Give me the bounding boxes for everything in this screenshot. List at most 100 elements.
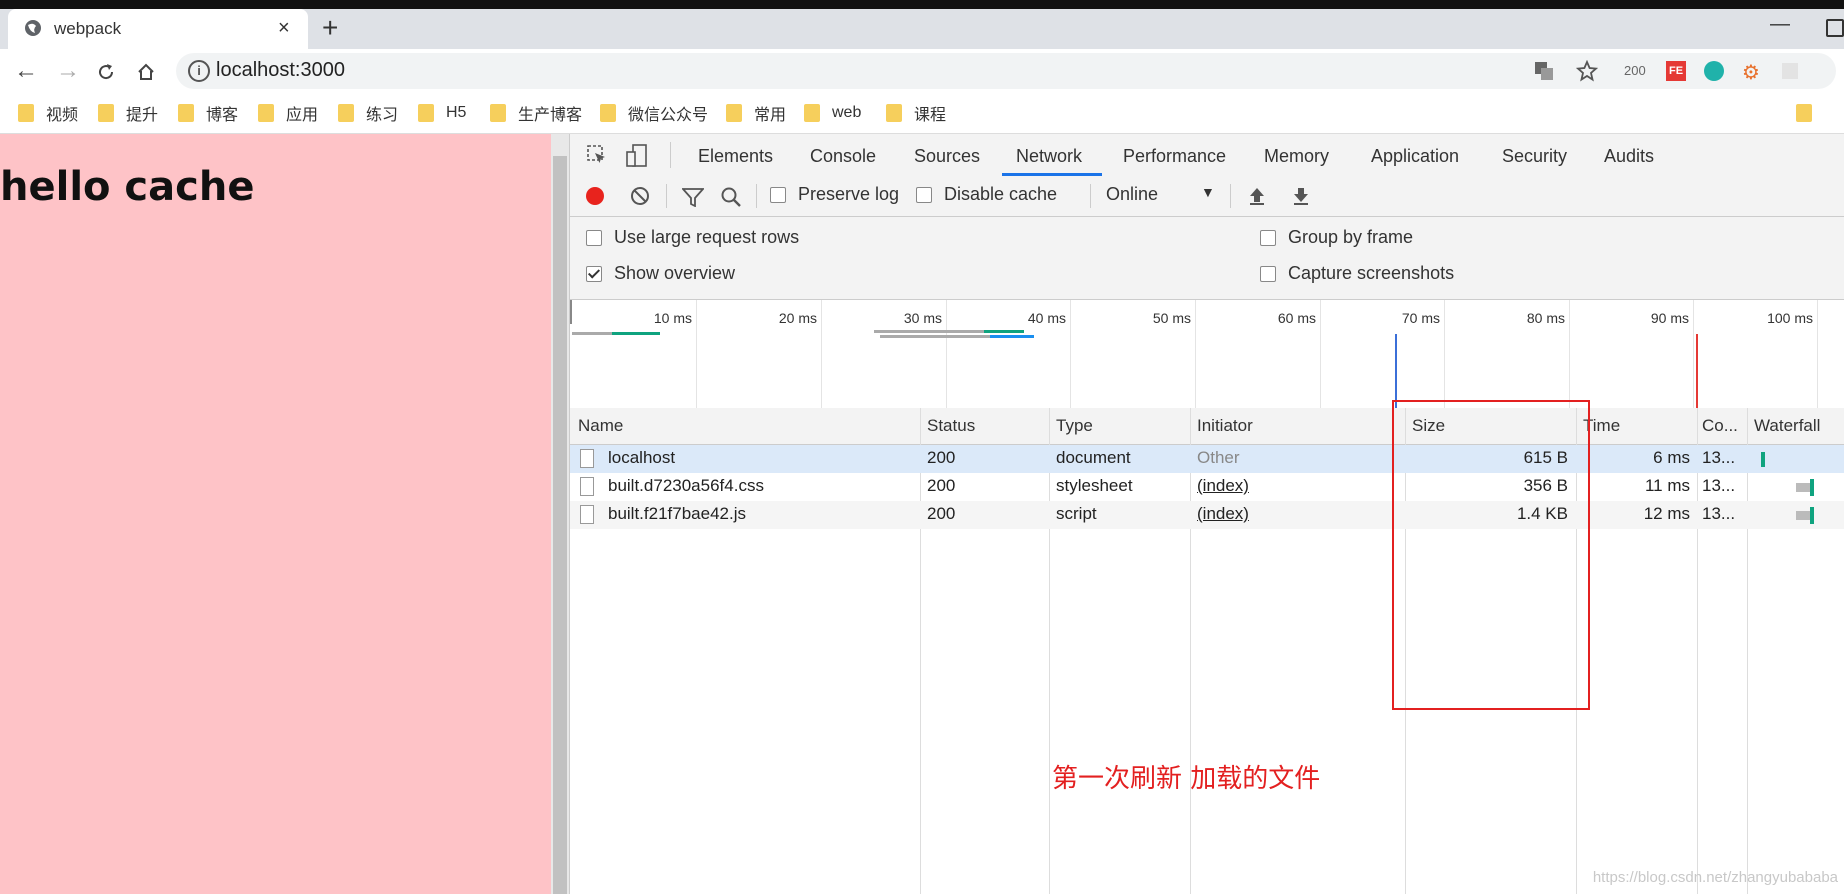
- divider: [756, 184, 757, 208]
- large-rows-checkbox[interactable]: [586, 229, 602, 246]
- star-icon[interactable]: [1576, 60, 1598, 82]
- back-icon[interactable]: ←: [14, 57, 38, 85]
- maximize-icon[interactable]: [1826, 19, 1844, 37]
- scrollbar-thumb[interactable]: [553, 156, 567, 894]
- requests-table: Name Status Type Initiator Size Time Co.…: [570, 408, 1844, 894]
- show-overview-option[interactable]: Show overview: [586, 263, 735, 284]
- cell-status: 200: [927, 476, 956, 495]
- bookmark-folder[interactable]: web: [804, 101, 861, 125]
- capture-screenshots-label: Capture screenshots: [1288, 263, 1455, 283]
- folder-icon: [804, 104, 820, 122]
- waterfall-bar: [1796, 511, 1810, 520]
- capture-screenshots-option[interactable]: Capture screenshots: [1260, 263, 1454, 284]
- bookmark-folder[interactable]: 生产博客: [490, 101, 582, 125]
- info-icon[interactable]: i: [188, 60, 210, 82]
- show-overview-checkbox[interactable]: [586, 265, 602, 282]
- overview-gridline: [1817, 300, 1818, 408]
- reload-icon[interactable]: [96, 62, 116, 82]
- disable-cache-option[interactable]: Disable cache: [916, 184, 1057, 205]
- network-extension-icon[interactable]: ⚙: [1742, 60, 1760, 85]
- tab-sources[interactable]: Sources: [914, 146, 980, 167]
- col-waterfall[interactable]: Waterfall: [1754, 416, 1820, 436]
- bookmark-folder[interactable]: 提升: [98, 101, 158, 125]
- document-icon: [580, 477, 594, 496]
- devtools-splitter[interactable]: [551, 134, 570, 894]
- tab-network[interactable]: Network: [1016, 146, 1082, 167]
- extension-badge[interactable]: 200: [1624, 63, 1646, 78]
- new-tab-icon[interactable]: +: [322, 12, 338, 44]
- table-row[interactable]: built.f21f7bae42.js 200 script (index) 1…: [570, 501, 1844, 529]
- cell-type: document: [1056, 448, 1131, 467]
- col-status[interactable]: Status: [927, 416, 975, 436]
- home-icon[interactable]: [136, 62, 156, 82]
- col-connection[interactable]: Co...: [1702, 416, 1738, 436]
- cell-type: script: [1056, 504, 1097, 523]
- preserve-log-option[interactable]: Preserve log: [770, 184, 899, 205]
- overview-gridline: [1569, 300, 1570, 408]
- waterfall-bar: [1810, 479, 1814, 496]
- tab-console[interactable]: Console: [810, 146, 876, 167]
- tab-memory[interactable]: Memory: [1264, 146, 1329, 167]
- cell-connection: 13...: [1702, 504, 1736, 523]
- group-by-frame-option[interactable]: Group by frame: [1260, 227, 1413, 248]
- cell-initiator[interactable]: (index): [1197, 504, 1249, 524]
- tab-performance[interactable]: Performance: [1123, 146, 1226, 167]
- group-by-frame-checkbox[interactable]: [1260, 229, 1276, 246]
- translate-icon[interactable]: [1534, 61, 1554, 81]
- filter-icon[interactable]: [682, 187, 704, 207]
- divider: [1230, 184, 1231, 208]
- load-event-marker: [1696, 334, 1698, 408]
- inspect-element-icon[interactable]: [586, 144, 608, 166]
- export-har-icon[interactable]: [1292, 186, 1310, 206]
- device-toolbar-icon[interactable]: [626, 144, 648, 168]
- cell-initiator[interactable]: (index): [1197, 476, 1249, 496]
- overview-request-bar: [874, 330, 984, 333]
- clear-icon[interactable]: [630, 186, 650, 206]
- tab-application[interactable]: Application: [1371, 146, 1459, 167]
- col-name[interactable]: Name: [578, 416, 623, 436]
- divider: [670, 142, 671, 168]
- cell-name[interactable]: built.d7230a56f4.css: [608, 476, 764, 496]
- cell-type: stylesheet: [1056, 476, 1133, 495]
- table-row[interactable]: localhost 200 document Other 615 B 6 ms …: [570, 445, 1844, 473]
- large-rows-option[interactable]: Use large request rows: [586, 227, 799, 248]
- fe-extension-icon[interactable]: FE: [1666, 61, 1686, 81]
- table-row[interactable]: built.d7230a56f4.css 200 stylesheet (ind…: [570, 473, 1844, 501]
- bookmark-folder[interactable]: 课程: [886, 101, 946, 125]
- cell-name[interactable]: localhost: [608, 448, 675, 468]
- forward-icon[interactable]: →: [56, 57, 80, 85]
- show-overview-label: Show overview: [614, 263, 736, 283]
- browser-tab[interactable]: webpack ×: [8, 9, 308, 49]
- minimize-icon[interactable]: —: [1770, 13, 1790, 36]
- preserve-log-checkbox[interactable]: [770, 186, 786, 203]
- record-icon[interactable]: [586, 187, 604, 205]
- disable-cache-checkbox[interactable]: [916, 186, 932, 203]
- import-har-icon[interactable]: [1248, 186, 1266, 206]
- bookmark-folder[interactable]: 应用: [258, 101, 318, 125]
- bookmark-folder[interactable]: 微信公众号: [600, 101, 708, 125]
- cell-status: 200: [927, 448, 956, 467]
- blank-extension-icon[interactable]: [1782, 63, 1798, 79]
- address-bar[interactable]: i localhost:3000 200 FE ⚙: [176, 53, 1836, 89]
- close-tab-icon[interactable]: ×: [278, 17, 290, 40]
- cell-name[interactable]: built.f21f7bae42.js: [608, 504, 746, 524]
- col-type[interactable]: Type: [1056, 416, 1093, 436]
- extension-icon[interactable]: [1704, 61, 1724, 81]
- bookmark-folder[interactable]: 常用: [726, 101, 786, 125]
- bookmark-folder[interactable]: 博客: [178, 101, 238, 125]
- throttling-select[interactable]: Online ▼: [1106, 184, 1216, 205]
- search-icon[interactable]: [720, 186, 742, 208]
- bookmark-folder[interactable]: 练习: [338, 101, 398, 125]
- col-initiator[interactable]: Initiator: [1197, 416, 1253, 436]
- bookmark-folder[interactable]: 视频: [18, 101, 78, 125]
- capture-screenshots-checkbox[interactable]: [1260, 265, 1276, 282]
- tab-audits[interactable]: Audits: [1604, 146, 1654, 167]
- network-overview[interactable]: 10 ms 20 ms 30 ms 40 ms 50 ms 60 ms 70 m…: [570, 300, 1844, 409]
- other-bookmarks-folder[interactable]: [1796, 101, 1824, 125]
- tab-security[interactable]: Security: [1502, 146, 1567, 167]
- overview-gridline: [1195, 300, 1196, 408]
- folder-icon: [18, 104, 34, 122]
- bookmark-folder[interactable]: H5: [418, 101, 466, 125]
- overview-tick-label: 70 ms: [1401, 310, 1440, 326]
- tab-elements[interactable]: Elements: [698, 146, 773, 167]
